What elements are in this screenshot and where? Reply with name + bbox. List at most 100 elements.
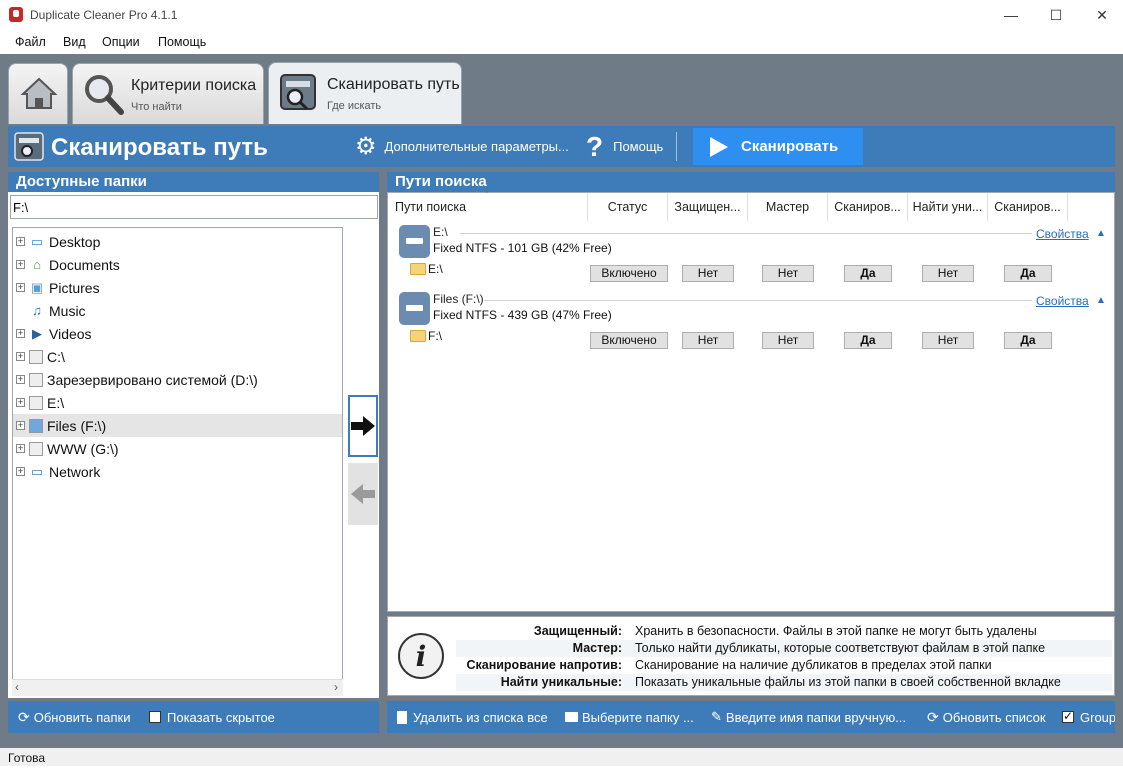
close-button[interactable]: ✕ bbox=[1079, 0, 1123, 30]
master-toggle[interactable]: Нет bbox=[762, 265, 814, 282]
tree-item[interactable]: + ▭ Network bbox=[13, 460, 342, 483]
add-path-button[interactable] bbox=[348, 395, 378, 457]
minimize-button[interactable]: — bbox=[988, 0, 1034, 30]
tab-search-criteria[interactable]: Критерии поиска Что найти bbox=[72, 63, 264, 126]
drive-icon bbox=[29, 418, 43, 433]
find-unique-toggle[interactable]: Нет bbox=[922, 265, 974, 282]
tree-item[interactable]: + ▶ Videos bbox=[13, 322, 342, 345]
properties-link[interactable]: Свойства bbox=[1036, 294, 1089, 308]
scan-against-toggle[interactable]: Да bbox=[844, 265, 892, 282]
find-unique-toggle[interactable]: Нет bbox=[922, 332, 974, 349]
status-toggle[interactable]: Включено bbox=[590, 332, 668, 349]
folder-icon bbox=[565, 712, 578, 722]
enter-folder-button[interactable]: ✎ Введите имя папки вручную... bbox=[711, 701, 906, 733]
pencil-icon: ✎ bbox=[711, 709, 722, 724]
info-icon: i bbox=[398, 633, 444, 679]
expand-icon[interactable]: + bbox=[16, 352, 25, 361]
column-path[interactable]: Пути поиска bbox=[388, 193, 588, 221]
advanced-settings-button[interactable]: ⚙ Дополнительные параметры... bbox=[355, 126, 569, 167]
expand-icon[interactable]: + bbox=[16, 375, 25, 384]
protected-toggle[interactable]: Нет bbox=[682, 332, 734, 349]
column-status[interactable]: Статус bbox=[588, 193, 668, 221]
show-hidden-checkbox[interactable]: Показать скрытое bbox=[149, 701, 275, 733]
expand-icon[interactable]: + bbox=[16, 260, 25, 269]
remove-path-button[interactable] bbox=[348, 463, 378, 525]
tab-home[interactable] bbox=[8, 63, 68, 126]
refresh-folders-button[interactable]: ⟳ Обновить папки bbox=[18, 701, 130, 733]
checkbox-icon[interactable] bbox=[149, 711, 161, 723]
checkbox-icon[interactable] bbox=[1062, 709, 1074, 723]
app-logo-icon bbox=[9, 7, 23, 22]
expand-icon[interactable]: + bbox=[16, 329, 25, 338]
maximize-button[interactable]: ☐ bbox=[1033, 0, 1079, 30]
column-scan-last[interactable]: Сканиров... bbox=[988, 193, 1068, 221]
tab-title: Критерии поиска bbox=[131, 77, 257, 94]
tree-item[interactable]: + E:\ bbox=[13, 391, 342, 414]
tab-strip: Критерии поиска Что найти Сканировать пу… bbox=[0, 54, 1123, 126]
scan-against-toggle[interactable]: Да bbox=[844, 332, 892, 349]
refresh-icon: ⟳ bbox=[927, 708, 939, 725]
tree-item[interactable]: ♫ Music bbox=[13, 299, 342, 322]
info-legend: i Защищенный: Хранить в безопасности. Фа… bbox=[387, 616, 1115, 696]
column-protected[interactable]: Защищен... bbox=[668, 193, 748, 221]
folder-path-input[interactable] bbox=[10, 195, 378, 219]
scroll-right-icon[interactable]: › bbox=[334, 680, 338, 694]
menu-view[interactable]: Вид bbox=[63, 35, 86, 49]
expand-icon[interactable]: + bbox=[16, 444, 25, 453]
expand-icon[interactable]: + bbox=[16, 467, 25, 476]
tree-item[interactable]: + ⌂ Documents bbox=[13, 253, 342, 276]
tree-item[interactable]: + Зарезервировано системой (D:\) bbox=[13, 368, 342, 391]
tab-scan-path[interactable]: Сканировать путь Где искать bbox=[268, 62, 462, 126]
info-label: Мастер: bbox=[572, 641, 622, 655]
tree-item[interactable]: + WWW (G:\) bbox=[13, 437, 342, 460]
scroll-left-icon[interactable]: ‹ bbox=[15, 680, 19, 694]
group-checkbox[interactable]: Group bbox=[1062, 701, 1115, 733]
menu-help[interactable]: Помощь bbox=[158, 35, 206, 49]
tree-item[interactable]: + C:\ bbox=[13, 345, 342, 368]
tree-item-label: Desktop bbox=[49, 233, 101, 250]
column-find-unique[interactable]: Найти уни... bbox=[908, 193, 988, 221]
tree-item[interactable]: + ▣ Pictures bbox=[13, 276, 342, 299]
expand-icon[interactable]: + bbox=[16, 398, 25, 407]
home-icon bbox=[20, 77, 58, 109]
status-toggle[interactable]: Включено bbox=[590, 265, 668, 282]
master-toggle[interactable]: Нет bbox=[762, 332, 814, 349]
drive-icon bbox=[29, 441, 43, 456]
clear-list-label: Удалить из списка все bbox=[413, 709, 548, 725]
properties-link[interactable]: Свойства bbox=[1036, 227, 1089, 241]
info-text: Сканирование на наличие дубликатов в пре… bbox=[635, 658, 992, 672]
collapse-icon[interactable]: ▲ bbox=[1096, 295, 1106, 306]
expand-icon[interactable]: + bbox=[16, 237, 25, 246]
drive-info: Fixed NTFS - 439 GB (47% Free) bbox=[433, 308, 612, 322]
info-text: Хранить в безопасности. Файлы в этой пап… bbox=[635, 624, 1037, 638]
title-bar: Duplicate Cleaner Pro 4.1.1 — ☐ ✕ bbox=[0, 0, 1123, 30]
folder-tree[interactable]: + ▭ Desktop + ⌂ Documents + ▣ Pictures ♫ Music + ▶ Vi… bbox=[12, 227, 343, 696]
tree-item[interactable]: + ▭ Desktop bbox=[13, 230, 342, 253]
page-header: Сканировать путь ⚙ Дополнительные параме… bbox=[8, 126, 1115, 167]
scan-last-toggle[interactable]: Да bbox=[1004, 332, 1052, 349]
clear-list-button[interactable]: Удалить из списка все bbox=[397, 701, 548, 733]
scan-last-toggle[interactable]: Да bbox=[1004, 265, 1052, 282]
info-row: Сканирование напротив: Сканирование на н… bbox=[456, 657, 1112, 674]
refresh-list-label: Обновить список bbox=[942, 709, 1046, 725]
tab-subtitle: Где искать bbox=[327, 100, 382, 112]
menu-options[interactable]: Опции bbox=[102, 35, 140, 49]
tree-item-label: Network bbox=[49, 463, 101, 480]
music-icon: ♫ bbox=[32, 303, 42, 318]
menu-file[interactable]: Файл bbox=[15, 35, 46, 49]
scan-button[interactable]: Сканировать bbox=[693, 128, 863, 165]
column-master[interactable]: Мастер bbox=[748, 193, 828, 221]
magnifier-icon bbox=[85, 75, 124, 115]
help-button[interactable]: ? Помощь bbox=[586, 126, 663, 167]
protected-toggle[interactable]: Нет bbox=[682, 265, 734, 282]
expand-icon[interactable]: + bbox=[16, 283, 25, 292]
expand-icon[interactable]: + bbox=[16, 421, 25, 430]
tree-item[interactable]: + Files (F:\) bbox=[13, 414, 342, 437]
horizontal-scrollbar[interactable]: ‹ › bbox=[12, 679, 343, 696]
refresh-list-button[interactable]: ⟳ Обновить список bbox=[927, 701, 1046, 733]
column-scan-against[interactable]: Сканиров... bbox=[828, 193, 908, 221]
collapse-icon[interactable]: ▲ bbox=[1096, 228, 1106, 239]
choose-folder-button[interactable]: Выберите папку ... bbox=[565, 701, 694, 733]
drive-icon bbox=[29, 349, 43, 364]
question-icon: ? bbox=[586, 130, 604, 162]
